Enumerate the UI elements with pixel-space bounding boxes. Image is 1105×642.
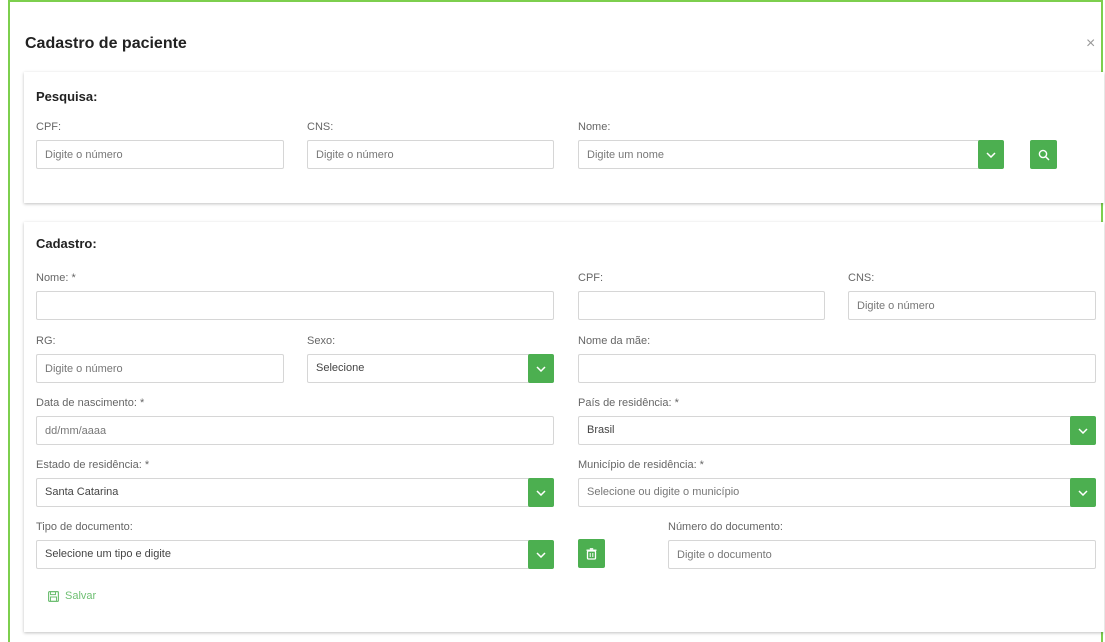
estado-select[interactable]: Santa Catarina [36,478,532,507]
cpf-label: CPF: [578,272,604,284]
search-button[interactable] [1030,140,1057,169]
form-section-title: Cadastro: [36,236,97,251]
mae-input[interactable] [578,354,1096,383]
cns-input[interactable] [848,291,1096,320]
chevron-down-icon [986,151,996,158]
search-cns-label: CNS: [307,121,334,133]
search-nome-dropdown-button[interactable] [978,140,1004,169]
nascimento-label: Data de nascimento: * [36,397,145,409]
pais-dropdown-button[interactable] [1070,416,1096,445]
search-section-title: Pesquisa: [36,89,98,104]
save-button[interactable]: Salvar [48,590,96,602]
chevron-down-icon [536,551,546,558]
search-icon [1038,149,1050,161]
search-cpf-label: CPF: [36,121,62,133]
tipo-doc-dropdown-button[interactable] [528,540,554,569]
nome-label: Nome: * [36,272,76,284]
nome-input[interactable] [36,291,554,320]
close-icon[interactable]: × [1086,35,1095,53]
rg-label: RG: [36,335,56,347]
cpf-input[interactable] [578,291,825,320]
cns-label: CNS: [848,272,875,284]
search-nome-label: Nome: [578,121,611,133]
pais-label: País de residência: * [578,397,679,409]
municipio-label: Município de residência: * [578,459,704,471]
pais-select[interactable]: Brasil [578,416,1074,445]
trash-icon [586,547,597,560]
chevron-down-icon [536,365,546,372]
num-doc-label: Número do documento: [668,521,783,533]
estado-label: Estado de residência: * [36,459,150,471]
floppy-disk-icon [48,590,59,602]
search-cns-input[interactable] [307,140,554,169]
search-card [24,72,1104,203]
mae-label: Nome da mãe: [578,335,651,347]
chevron-down-icon [1078,427,1088,434]
sexo-label: Sexo: [307,335,336,347]
estado-dropdown-button[interactable] [528,478,554,507]
municipio-select[interactable]: Selecione ou digite o município [578,478,1074,507]
tipo-doc-select[interactable]: Selecione um tipo e digite [36,540,532,569]
rg-input[interactable] [36,354,284,383]
municipio-dropdown-button[interactable] [1070,478,1096,507]
chevron-down-icon [1078,489,1088,496]
modal-title: Cadastro de paciente [25,35,187,52]
sexo-select[interactable]: Selecione [307,354,532,383]
search-cpf-input[interactable] [36,140,284,169]
chevron-down-icon [536,489,546,496]
delete-document-button[interactable] [578,539,605,568]
search-nome-input[interactable] [578,140,980,169]
nascimento-input[interactable] [36,416,554,445]
sexo-dropdown-button[interactable] [528,354,554,383]
tipo-doc-label: Tipo de documento: [36,521,133,533]
save-label: Salvar [65,590,97,602]
num-doc-input[interactable] [668,540,1096,569]
